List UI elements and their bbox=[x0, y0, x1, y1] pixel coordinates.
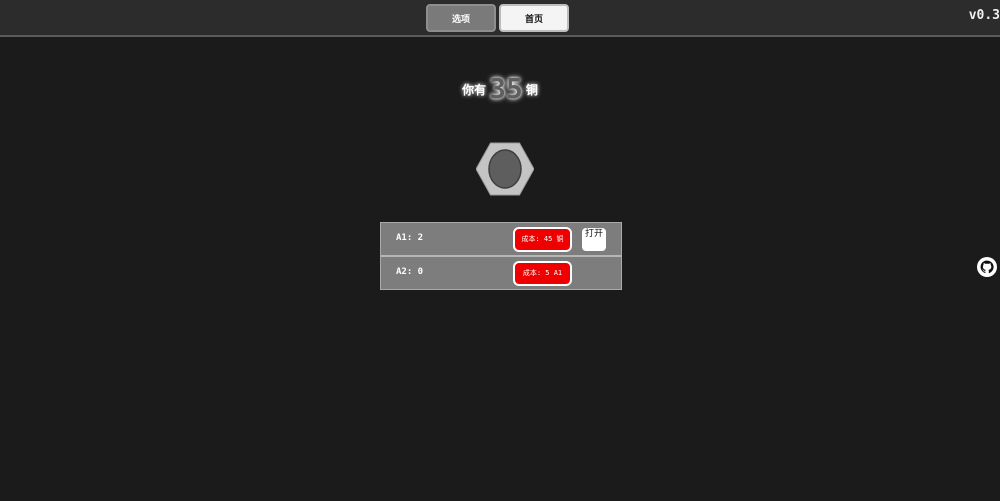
currency-display: 你有 35 铜 bbox=[0, 72, 1000, 105]
github-icon[interactable] bbox=[977, 257, 997, 277]
upgrade-row-a2: A2: 0 成本: 5 A1 bbox=[381, 257, 621, 289]
version-label: v0.3 bbox=[968, 8, 1000, 23]
tab-home[interactable]: 首页 bbox=[499, 4, 569, 32]
upgrade-row-a1: A1: 2 成本: 45 铜 打开 bbox=[381, 223, 621, 257]
upgrade-label: A2: 0 bbox=[396, 267, 424, 277]
tab-options[interactable]: 选项 bbox=[426, 4, 496, 32]
buy-a1-button[interactable]: 成本: 45 铜 bbox=[513, 227, 572, 252]
currency-prefix: 你有 bbox=[462, 83, 487, 97]
currency-unit: 铜 bbox=[525, 83, 538, 97]
upgrade-list: A1: 2 成本: 45 铜 打开 A2: 0 成本: 5 A1 bbox=[380, 222, 622, 290]
top-nav-bar: 选项 首页 v0.3 bbox=[0, 0, 1000, 37]
open-button[interactable]: 打开 bbox=[582, 228, 606, 251]
upgrade-label: A1: 2 bbox=[396, 233, 424, 243]
currency-amount: 35 bbox=[489, 72, 523, 105]
hex-nut-icon[interactable] bbox=[475, 140, 535, 198]
buy-a2-button[interactable]: 成本: 5 A1 bbox=[513, 261, 572, 286]
